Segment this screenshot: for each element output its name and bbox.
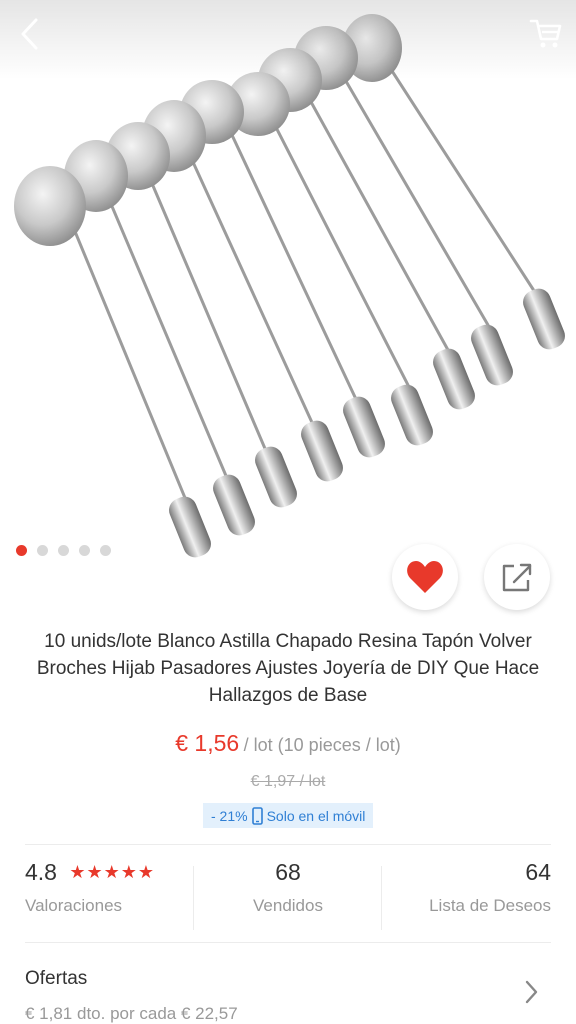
star-rating-icon: ★★★★★ bbox=[69, 862, 156, 882]
cart-button[interactable] bbox=[522, 10, 570, 58]
wishlist-stat: 64 Lista de Deseos bbox=[382, 858, 551, 938]
chevron-right-icon[interactable] bbox=[522, 978, 540, 1006]
product-stats: 4.8 ★★★★★ Valoraciones 68 Vendidos 64 Li… bbox=[0, 858, 576, 938]
gallery-dot[interactable] bbox=[79, 545, 90, 556]
cart-icon bbox=[529, 19, 562, 48]
top-shade bbox=[0, 0, 576, 80]
divider bbox=[25, 942, 551, 943]
price-unit: / lot (10 pieces / lot) bbox=[243, 735, 401, 755]
gallery-dot[interactable] bbox=[37, 545, 48, 556]
sold-label: Vendidos bbox=[253, 896, 323, 915]
back-button[interactable] bbox=[6, 10, 54, 58]
offers-subtitle: € 1,81 dto. por cada € 22,57 bbox=[25, 1004, 238, 1023]
share-button[interactable] bbox=[484, 544, 550, 610]
rating-value: 4.8 bbox=[25, 859, 57, 885]
offers-title: Ofertas bbox=[25, 968, 88, 989]
sold-stat: 68 Vendidos bbox=[194, 858, 382, 938]
product-image-gallery[interactable] bbox=[0, 0, 576, 576]
favorite-button[interactable] bbox=[392, 544, 458, 610]
phone-icon bbox=[251, 806, 263, 825]
sold-value: 68 bbox=[275, 859, 301, 885]
heart-icon bbox=[407, 561, 443, 593]
gallery-dot[interactable] bbox=[58, 545, 69, 556]
gallery-indicator bbox=[16, 545, 111, 556]
discount-badge: - 21% Solo en el móvil bbox=[203, 803, 374, 828]
product-title: 10 unids/lote Blanco Astilla Chapado Res… bbox=[36, 631, 540, 706]
share-icon bbox=[502, 563, 532, 592]
wishlist-value: 64 bbox=[525, 859, 551, 885]
chevron-left-icon bbox=[21, 18, 38, 50]
gallery-dot[interactable] bbox=[16, 545, 27, 556]
rating-stat[interactable]: 4.8 ★★★★★ Valoraciones bbox=[25, 858, 193, 938]
original-price: € 1,97 / lot bbox=[250, 773, 326, 790]
mobile-only-label: Solo en el móvil bbox=[266, 807, 366, 824]
product-image bbox=[14, 14, 565, 558]
current-price: € 1,56 bbox=[175, 730, 240, 756]
discount-percent: - 21% bbox=[211, 807, 248, 824]
wishlist-label: Lista de Deseos bbox=[429, 896, 551, 915]
rating-label: Valoraciones bbox=[25, 896, 123, 915]
offers-row[interactable]: Ofertas € 1,81 dto. por cada € 22,57 bbox=[25, 968, 551, 1024]
gallery-dot[interactable] bbox=[100, 545, 111, 556]
divider bbox=[25, 844, 551, 845]
price-row: € 1,56 / lot (10 pieces / lot) bbox=[0, 730, 576, 757]
